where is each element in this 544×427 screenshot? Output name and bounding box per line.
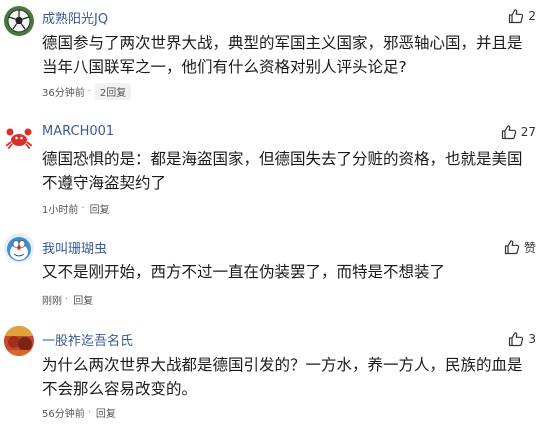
thumbs-up-icon [509, 9, 524, 24]
reply-button[interactable]: 回复 [94, 404, 118, 421]
comment-text: 德国参与了两次世界大战，典型的军国主义国家，邪恶轴心国，并且是当年八国联军之一，… [42, 34, 523, 76]
avatar[interactable] [4, 6, 34, 36]
reply-button[interactable]: 回复 [71, 291, 95, 308]
like-count: 2 [528, 9, 536, 23]
comment-meta: 1小时前 · 回复 [42, 200, 112, 217]
like-count: 3 [528, 332, 536, 346]
like-button[interactable]: 2 [508, 7, 536, 25]
separator: · [87, 85, 91, 97]
comment-meta: 56分钟前 · 回复 [42, 404, 118, 421]
separator: · [87, 406, 91, 418]
username[interactable]: 成熟阳光JQ [42, 8, 108, 27]
thumbs-up-icon [509, 332, 524, 347]
reply-button[interactable]: 2回复 [94, 82, 132, 100]
like-label: 赞 [523, 240, 536, 255]
comment-time: 36分钟前 [42, 87, 85, 99]
like-button[interactable]: 27 [501, 123, 536, 141]
comment-text: 又不是刚开始，西方不过一直在伪装罢了，而特是不想装了 [42, 263, 446, 281]
thumbs-up-icon [501, 125, 516, 140]
comment-meta: 36分钟前 · 2回复 [42, 82, 132, 100]
like-count: 27 [520, 125, 536, 139]
avatar[interactable] [4, 326, 34, 356]
comment-time: 1小时前 [42, 204, 79, 216]
like-button[interactable]: 赞 [504, 238, 536, 256]
doraemon-avatar-icon [4, 233, 34, 263]
comment-meta: 刚刚 · 回复 [42, 291, 95, 308]
avatar[interactable] [4, 123, 34, 153]
username[interactable]: 我叫珊瑚虫 [42, 238, 107, 257]
separator: · [65, 293, 69, 305]
username[interactable]: 一股祚迄吾名氏 [42, 330, 133, 349]
photo-avatar-icon [4, 326, 34, 356]
comment-time: 56分钟前 [42, 408, 85, 420]
comment-text: 德国恐惧的是：都是海盗国家，但德国失去了分赃的资格，也就是美国不遵守海盗契约了 [42, 150, 523, 192]
comment-time: 刚刚 [42, 295, 62, 307]
crab-avatar-icon [4, 123, 34, 153]
like-button[interactable]: 3 [508, 330, 536, 348]
thumbs-up-icon [504, 240, 520, 255]
username[interactable]: MARCH001 [42, 124, 114, 139]
reply-button[interactable]: 回复 [88, 200, 112, 217]
soccer-ball-icon [4, 6, 34, 36]
avatar[interactable] [4, 233, 34, 263]
separator: · [81, 202, 85, 214]
comment-text: 为什么两次世界大战都是德国引发的？一方水，养一方人，民族的血是不会那么容易改变的… [42, 356, 523, 398]
